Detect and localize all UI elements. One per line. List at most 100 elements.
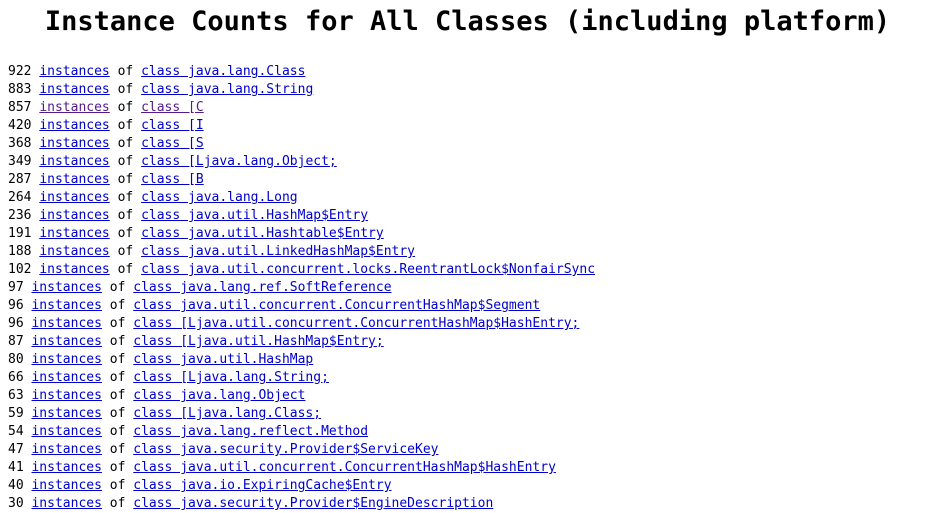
instance-row: 96 instances of class [Ljava.util.concur… (8, 315, 935, 333)
instances-link[interactable]: instances (39, 262, 109, 277)
of-separator: of (109, 460, 126, 475)
instance-row: 97 instances of class java.lang.ref.Soft… (8, 279, 935, 297)
instance-count: 368 (8, 136, 32, 151)
of-separator: of (109, 352, 126, 367)
instances-link[interactable]: instances (31, 424, 101, 439)
instance-row: 66 instances of class [Ljava.lang.String… (8, 369, 935, 387)
class-link[interactable]: class java.util.LinkedHashMap$Entry (141, 244, 415, 259)
class-link[interactable]: class java.util.HashMap$Entry (141, 208, 368, 223)
of-separator: of (109, 388, 126, 403)
instances-link[interactable]: instances (39, 136, 109, 151)
class-link[interactable]: class java.lang.Long (141, 190, 298, 205)
instance-counts-list: 922 instances of class java.lang.Class 88… (8, 63, 935, 513)
instances-link[interactable]: instances (31, 388, 101, 403)
instances-link[interactable]: instances (39, 154, 109, 169)
class-link[interactable]: class java.security.Provider$ServiceKey (133, 442, 438, 457)
instance-row: 87 instances of class [Ljava.util.HashMa… (8, 333, 935, 351)
class-link[interactable]: class java.util.concurrent.ConcurrentHas… (133, 298, 540, 313)
instance-count: 59 (8, 406, 24, 421)
instance-count: 54 (8, 424, 24, 439)
of-separator: of (117, 172, 134, 187)
instance-count: 188 (8, 244, 32, 259)
instances-link[interactable]: instances (39, 190, 109, 205)
instance-row: 102 instances of class java.util.concurr… (8, 261, 935, 279)
instance-count: 80 (8, 352, 24, 367)
instances-link[interactable]: instances (39, 172, 109, 187)
class-link[interactable]: class [S (141, 136, 204, 151)
instances-link[interactable]: instances (39, 118, 109, 133)
instances-link[interactable]: instances (39, 82, 109, 97)
of-separator: of (109, 496, 126, 511)
instances-link[interactable]: instances (39, 208, 109, 223)
instance-count: 47 (8, 442, 24, 457)
of-separator: of (117, 262, 134, 277)
instance-count: 63 (8, 388, 24, 403)
of-separator: of (117, 154, 134, 169)
instances-link[interactable]: instances (39, 244, 109, 259)
instance-row: 883 instances of class java.lang.String (8, 81, 935, 99)
instances-link[interactable]: instances (39, 226, 109, 241)
class-link[interactable]: class java.security.Provider$EngineDescr… (133, 496, 493, 511)
class-link[interactable]: class java.util.concurrent.ConcurrentHas… (133, 460, 556, 475)
instances-link[interactable]: instances (31, 370, 101, 385)
class-link[interactable]: class java.lang.String (141, 82, 313, 97)
instances-link[interactable]: instances (31, 496, 101, 511)
of-separator: of (109, 442, 126, 457)
instances-link[interactable]: instances (31, 460, 101, 475)
instance-count: 102 (8, 262, 32, 277)
of-separator: of (109, 406, 126, 421)
instance-count: 883 (8, 82, 32, 97)
instances-link[interactable]: instances (31, 406, 101, 421)
page-title: Instance Counts for All Classes (includi… (44, 6, 891, 37)
class-link[interactable]: class [Ljava.lang.String; (133, 370, 329, 385)
of-separator: of (117, 226, 134, 241)
of-separator: of (117, 100, 134, 115)
instances-link[interactable]: instances (31, 280, 101, 295)
instance-count: 191 (8, 226, 32, 241)
class-link[interactable]: class java.lang.Object (133, 388, 305, 403)
class-link[interactable]: class java.lang.Class (141, 64, 305, 79)
instance-count: 857 (8, 100, 32, 115)
of-separator: of (109, 424, 126, 439)
instance-count: 96 (8, 316, 24, 331)
instances-link[interactable]: instances (31, 298, 101, 313)
of-separator: of (117, 244, 134, 259)
class-link[interactable]: class [Ljava.lang.Object; (141, 154, 337, 169)
class-link[interactable]: class [Ljava.util.concurrent.ConcurrentH… (133, 316, 579, 331)
instance-row: 922 instances of class java.lang.Class (8, 63, 935, 81)
instance-count: 96 (8, 298, 24, 313)
instances-link[interactable]: instances (31, 334, 101, 349)
instance-count: 922 (8, 64, 32, 79)
instance-row: 349 instances of class [Ljava.lang.Objec… (8, 153, 935, 171)
instance-row: 30 instances of class java.security.Prov… (8, 495, 935, 513)
class-link[interactable]: class java.util.HashMap (133, 352, 313, 367)
class-link[interactable]: class java.util.Hashtable$Entry (141, 226, 384, 241)
class-link[interactable]: class [C (141, 100, 204, 115)
instance-count: 41 (8, 460, 24, 475)
instances-link[interactable]: instances (39, 100, 109, 115)
class-link[interactable]: class [Ljava.util.HashMap$Entry; (133, 334, 383, 349)
instance-row: 40 instances of class java.io.ExpiringCa… (8, 477, 935, 495)
instances-link[interactable]: instances (31, 316, 101, 331)
instance-row: 47 instances of class java.security.Prov… (8, 441, 935, 459)
instances-link[interactable]: instances (31, 478, 101, 493)
class-link[interactable]: class java.util.concurrent.locks.Reentra… (141, 262, 595, 277)
class-link[interactable]: class [Ljava.lang.Class; (133, 406, 321, 421)
class-link[interactable]: class java.io.ExpiringCache$Entry (133, 478, 391, 493)
instances-link[interactable]: instances (31, 352, 101, 367)
class-link[interactable]: class [B (141, 172, 204, 187)
instances-link[interactable]: instances (39, 64, 109, 79)
instance-row: 80 instances of class java.util.HashMap (8, 351, 935, 369)
instance-row: 857 instances of class [C (8, 99, 935, 117)
instance-row: 264 instances of class java.lang.Long (8, 189, 935, 207)
class-link[interactable]: class [I (141, 118, 204, 133)
of-separator: of (117, 190, 134, 205)
instance-count: 349 (8, 154, 32, 169)
instance-count: 236 (8, 208, 32, 223)
instance-row: 236 instances of class java.util.HashMap… (8, 207, 935, 225)
instances-link[interactable]: instances (31, 442, 101, 457)
class-link[interactable]: class java.lang.ref.SoftReference (133, 280, 391, 295)
instance-row: 188 instances of class java.util.LinkedH… (8, 243, 935, 261)
class-link[interactable]: class java.lang.reflect.Method (133, 424, 368, 439)
of-separator: of (117, 64, 134, 79)
